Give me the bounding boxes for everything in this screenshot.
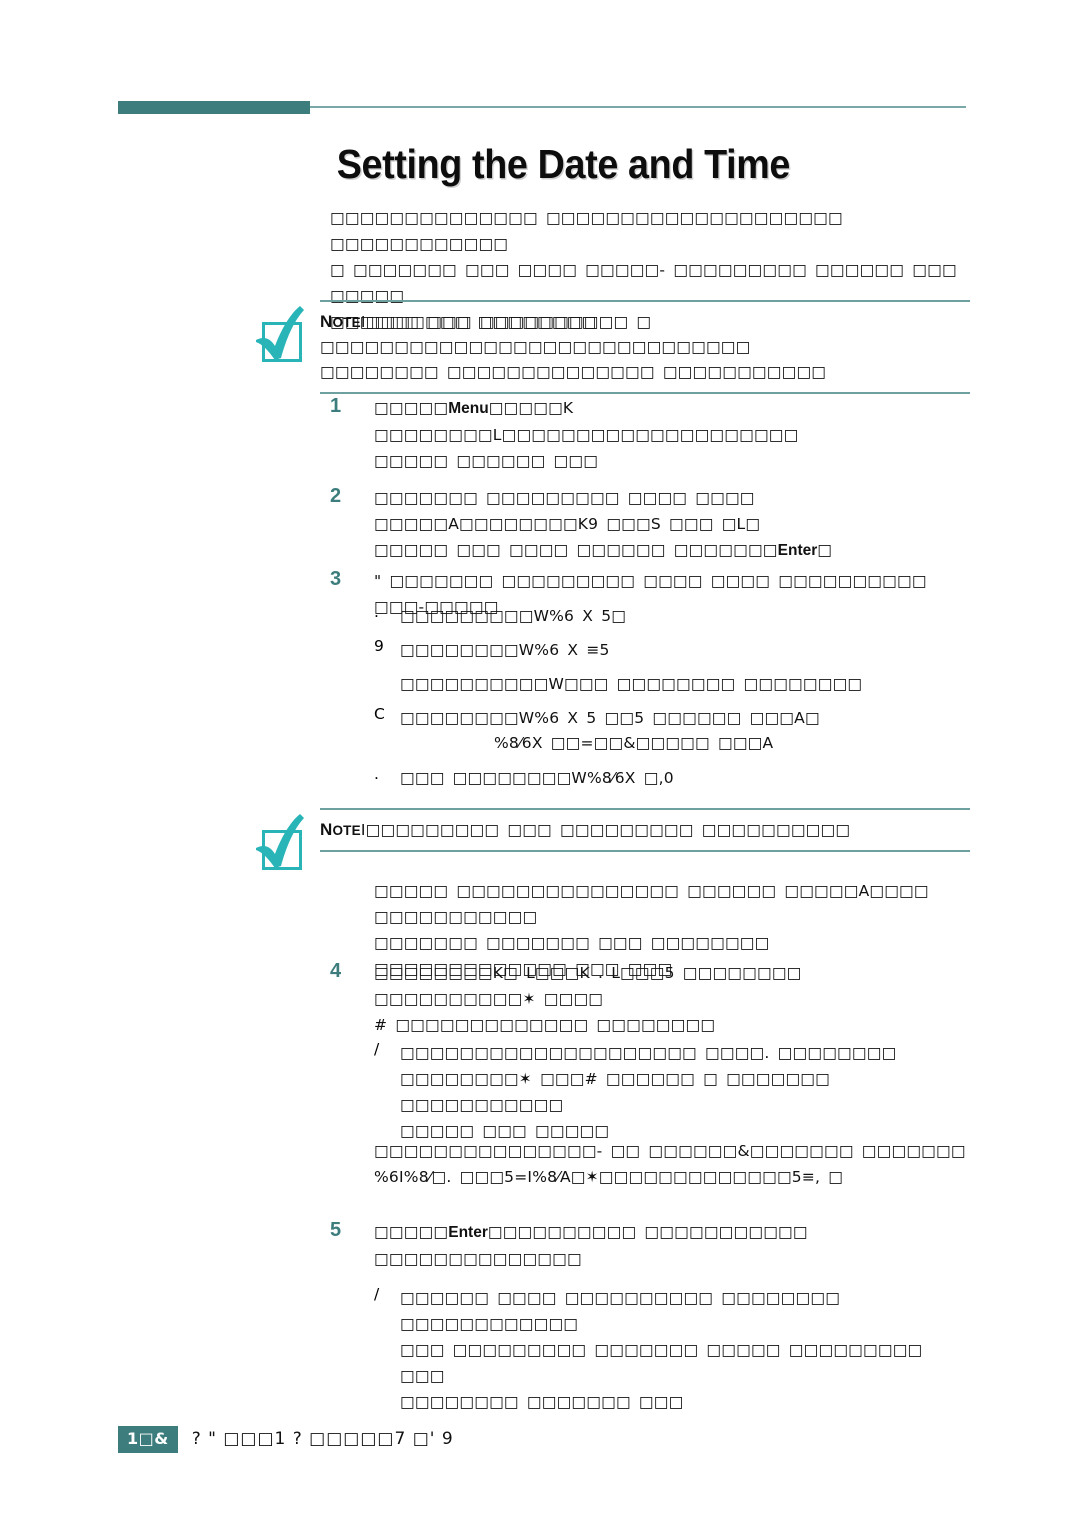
step-3-number: 3 — [330, 568, 342, 590]
step-3-list-item-5: %8⁄6X □□=□□&□□□□□ □□□A — [494, 730, 974, 756]
checkmark-icon — [248, 306, 310, 368]
step-3-list-item-6: . □□□ □□□□□□□□W%8⁄6X □,0 — [374, 765, 970, 791]
note-block-1: NOTEI□□□□□□□ □□□□□□□□ □□□□□□□□□□□□□□□□□□… — [248, 300, 970, 394]
step-3-list-text-6: □□□ □□□□□□□□W%8⁄6X □,0 — [400, 769, 674, 787]
note-1-body: NOTEI□□□□□□□ □□□□□□□□ □□□□□□□□□□□□□□□□□□… — [320, 300, 970, 394]
step-5-note-marker: / — [374, 1285, 380, 1303]
footer-text: ? " □□□1 ? □□□□□7 □' 9 — [191, 1429, 454, 1449]
step-4-text: □□□□□□□□K□ L□□□K . L□□□5 □□□□□□□□ □□□□□□… — [374, 960, 970, 1038]
header-rule-accent-bar — [118, 101, 310, 114]
step-1-seg-1: □□□□□ — [374, 399, 449, 417]
step-3-list-text-2: □□□□□□□□W%6 X ≡5 — [400, 641, 610, 659]
footer: 1□& ? " □□□1 ? □□□□□7 □' 9 — [118, 1424, 454, 1454]
step-3-list-item-1: . □□□□□□□□□W%6 X 5□ — [374, 603, 970, 629]
step-1-line-1: □□□□□Menu□□□□□K □□□□□□□□L□□□□□□□□□□□□□□□… — [374, 395, 970, 448]
step-5: 5 □□□□□Enter□□□□□□□□□□ □□□□□□□□□□□ □□□□□… — [330, 1219, 970, 1272]
note-1-text-1: □□□□□□□ □□□□□□□□ □□□□□□□□□□□□□□□□□□□□□□□… — [320, 313, 751, 356]
note-2-line-1: NOTEI□□□□□□□□□ □□□ □□□□□□□□□ □□□□□□□□□□ — [320, 817, 970, 843]
step-1-number: 1 — [330, 395, 342, 417]
step-3-list-item-2: 9 □□□□□□□□W%6 X ≡5 — [374, 637, 970, 663]
note-1-label: NOTE — [320, 312, 361, 331]
step-4-number: 4 — [330, 960, 342, 982]
step-1: 1 □□□□□Menu□□□□□K □□□□□□□□L□□□□□□□□□□□□□… — [330, 395, 970, 474]
step-2-seg-1: □□□□□ □□□ □□□□ □□□□□□ □□□□□□□ — [374, 541, 778, 559]
step-3-list-text-5: %8⁄6X □□=□□&□□□□□ □□□A — [494, 734, 774, 752]
step-3-list-marker-4: C — [374, 705, 385, 723]
step-5-number: 5 — [330, 1219, 342, 1241]
note-block-2: NOTEI□□□□□□□□□ □□□ □□□□□□□□□ □□□□□□□□□□ — [248, 808, 970, 870]
step-5-note-line-3: □□□□□□□□ □□□□□□□ □□□ — [400, 1393, 684, 1411]
step-3-list-text-1: □□□□□□□□□W%6 X 5□ — [400, 607, 627, 625]
note-2-body: NOTEI□□□□□□□□□ □□□ □□□□□□□□□ □□□□□□□□□□ — [320, 808, 970, 852]
note-2-text-1: □□□□□□□□□ □□□ □□□□□□□□□ □□□□□□□□□□ — [365, 821, 851, 839]
step-4-note-text: □□□□□□□□□□□□□□□□□□□□ □□□□. □□□□□□□□ □□□□… — [400, 1040, 970, 1144]
note-1-line-1: NOTEI□□□□□□□ □□□□□□□□ □□□□□□□□□□□□□□□□□□… — [320, 309, 970, 360]
step-5-prefix: □□□□□ — [374, 1223, 449, 1241]
step-2-line-2: □□□□□ □□□ □□□□ □□□□□□ □□□□□□□Enter□ — [374, 537, 970, 564]
step-2-line-1: □□□□□□□ □□□□□□□□□ □□□□ □□□□ □□□□□A□□□□□□… — [374, 489, 761, 533]
note-2-label: NOTE — [320, 820, 361, 839]
page-title: Setting the Date and Time — [336, 141, 791, 188]
step-2-seg-3: □ — [817, 541, 833, 559]
step-4-paragraph-line-1: □□□□□□□□□□□□□□□- □□ □□□□□□&□□□□□□□ □□□□□… — [374, 1142, 966, 1160]
step-2: 2 □□□□□□□ □□□□□□□□□ □□□□ □□□□ □□□□□A□□□□… — [330, 485, 970, 564]
step-1-line-2: □□□□□ □□□□□□ □□□ — [374, 452, 599, 470]
step-5-note: / □□□□□□ □□□□ □□□□□□□□□□ □□□□□□□□ □□□□□□… — [374, 1285, 970, 1415]
step-4-note-line-1: □□□□□□□□□□□□□□□□□□□□ □□□□. □□□□□□□□ — [400, 1044, 897, 1062]
step-5-note-text: □□□□□□ □□□□ □□□□□□□□□□ □□□□□□□□ □□□□□□□□… — [400, 1285, 970, 1415]
step-5-button-enter[interactable]: Enter — [448, 1224, 488, 1241]
step-4-line-2: # □□□□□□□□□□□□□ □□□□□□□□ — [374, 1016, 716, 1034]
step-2-number: 2 — [330, 485, 342, 507]
step-4-line-1: □□□□□□□□K□ L□□□K . L□□□5 □□□□□□□□ □□□□□□… — [374, 964, 802, 1008]
step-5-text: □□□□□Enter□□□□□□□□□□ □□□□□□□□□□□ □□□□□□□… — [374, 1219, 970, 1272]
step-3-list-item-4: C □□□□□□□□W%6 X 5 □□5 □□□□□□ □□□A□ — [374, 705, 970, 731]
step-2-text: □□□□□□□ □□□□□□□□□ □□□□ □□□□ □□□□□A□□□□□□… — [374, 485, 970, 564]
step-2-button-enter[interactable]: Enter — [778, 542, 818, 559]
step-4-paragraph-line-2: %6I%8⁄□. □□□5=I%8⁄A□✶□□□□□□□□□□□□□5≡, □ — [374, 1168, 844, 1186]
step-3-list-text-4: □□□□□□□□W%6 X 5 □□5 □□□□□□ □□□A□ — [400, 709, 820, 727]
step-1-seg-4: □□□□□□□□L□□□□□□□□□□□□□□□□□□□□ — [374, 426, 799, 444]
step-3-list-marker-2: 9 — [374, 637, 384, 655]
step-3-list-marker-1: . — [374, 603, 379, 621]
note-2-followup-line-1: □□□□□ □□□□□□□□□□□□□□□ □□□□□□ □□□□□A□□□□ … — [374, 882, 929, 926]
step-5-line-1: □□□□□Enter□□□□□□□□□□ □□□□□□□□□□□ □□□□□□□… — [374, 1219, 970, 1272]
page-number-badge: 1□& — [118, 1425, 178, 1453]
header-rule — [118, 100, 966, 114]
step-1-text: □□□□□Menu□□□□□K □□□□□□□□L□□□□□□□□□□□□□□□… — [374, 395, 970, 474]
step-5-note-line-2: □□□ □□□□□□□□□ □□□□□□□ □□□□□ □□□□□□□□□ □□… — [400, 1341, 923, 1385]
step-1-button-menu[interactable]: Menu — [448, 400, 488, 417]
checkmark-icon-2 — [248, 814, 310, 876]
step-3-list-text-3: □□□□□□□□□□W□□□ □□□□□□□□ □□□□□□□□ — [400, 675, 863, 693]
note-1-line-2: □□□□□□□□ □□□□□□□□□□□□□□ □□□□□□□□□□□ — [320, 363, 827, 381]
step-4-paragraph: □□□□□□□□□□□□□□□- □□ □□□□□□&□□□□□□□ □□□□□… — [374, 1138, 970, 1190]
step-4-note: / □□□□□□□□□□□□□□□□□□□□ □□□□. □□□□□□□□ □□… — [374, 1040, 970, 1144]
intro-line-1: □□□□□□□□□□□□□□ □□□□□□□□□□□□□□□□□□□□ □□□□… — [330, 209, 843, 253]
step-3-list-marker-6: . — [374, 765, 379, 783]
step-5-note-line-1: □□□□□□ □□□□ □□□□□□□□□□ □□□□□□□□ □□□□□□□□… — [400, 1289, 841, 1333]
step-4-note-marker: / — [374, 1040, 380, 1058]
header-rule-thin-line — [310, 106, 966, 108]
step-3-list-item-3: □□□□□□□□□□W□□□ □□□□□□□□ □□□□□□□□ — [374, 671, 970, 697]
step-4-note-line-2: □□□□□□□□✶ □□□# □□□□□□ □ □□□□□□□ □□□□□□□□… — [400, 1070, 831, 1114]
step-1-seg-3: □□□□□K — [488, 399, 574, 417]
step-4: 4 □□□□□□□□K□ L□□□K . L□□□5 □□□□□□□□ □□□□… — [330, 960, 970, 1038]
